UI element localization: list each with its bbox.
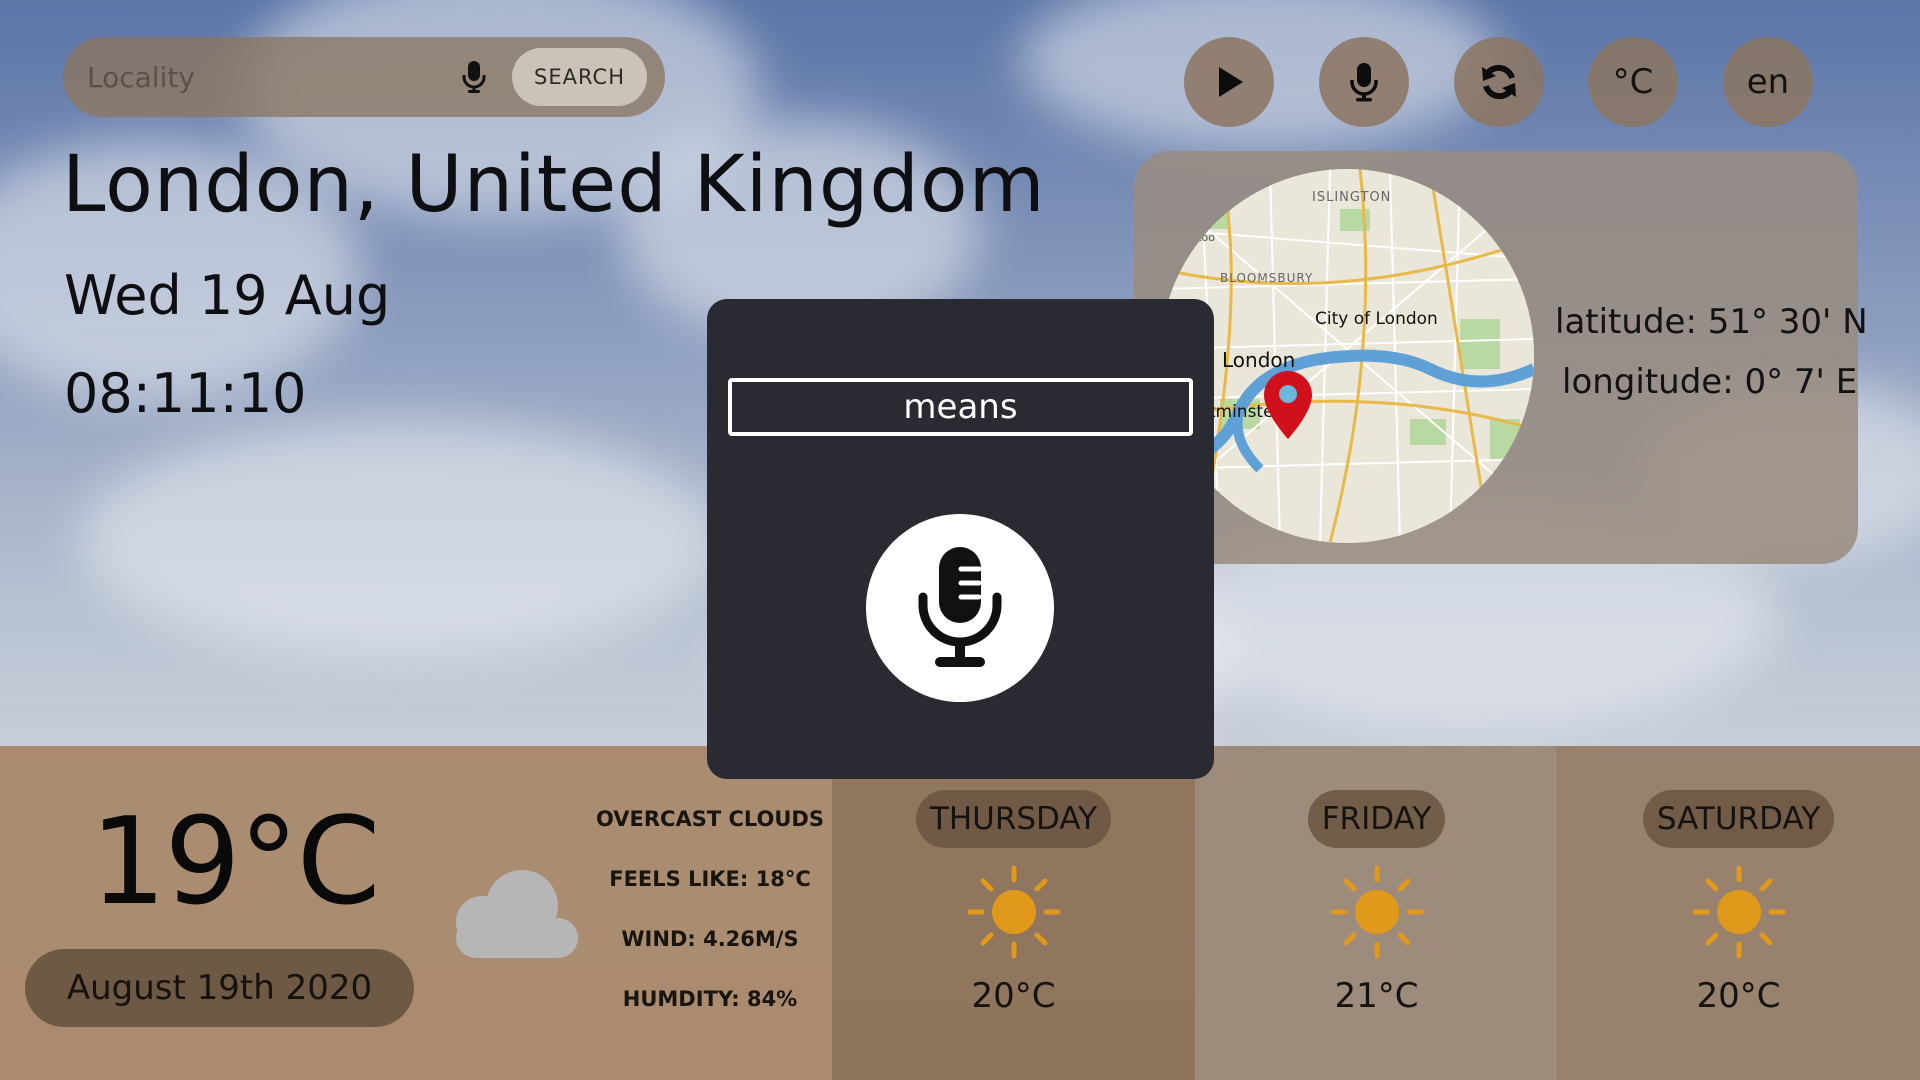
microphone-icon bbox=[918, 547, 1002, 667]
play-button[interactable] bbox=[1184, 37, 1274, 127]
search-bar: SEARCH bbox=[63, 37, 665, 117]
forecast-day-label: SATURDAY bbox=[1642, 790, 1835, 848]
forecast-temperature: 20°C bbox=[1696, 976, 1781, 1016]
voice-transcript-field[interactable]: means bbox=[728, 378, 1193, 436]
current-temperature: 19°C bbox=[90, 793, 380, 932]
cloud-icon bbox=[456, 870, 578, 958]
humidity: HUMDITY: 84% bbox=[622, 987, 798, 1011]
svg-text:City of London: City of London bbox=[1315, 309, 1438, 329]
forecast-day: SATURDAY 20°C bbox=[1557, 746, 1920, 1080]
feels-like: FEELS LIKE: 18°C bbox=[609, 867, 811, 891]
svg-text:ISLINGTON: ISLINGTON bbox=[1312, 190, 1391, 205]
sun-icon bbox=[1330, 865, 1423, 959]
refresh-icon bbox=[1482, 64, 1516, 100]
voice-input-modal: means bbox=[707, 299, 1214, 779]
weather-condition: OVERCAST CLOUDS bbox=[596, 807, 824, 831]
wind-speed: WIND: 4.26M/S bbox=[621, 927, 799, 951]
city-name: London, United Kingdom bbox=[62, 140, 1046, 230]
forecast-day: FRIDAY 21°C bbox=[1195, 746, 1558, 1080]
forecast-temperature: 20°C bbox=[971, 976, 1056, 1016]
voice-mic-button[interactable] bbox=[866, 514, 1054, 702]
longitude-label: longitude: 0° 7' E bbox=[1562, 362, 1858, 402]
latitude-label: latitude: 51° 30' N bbox=[1555, 302, 1868, 342]
forecast-day: THURSDAY 20°C bbox=[832, 746, 1195, 1080]
voice-button[interactable] bbox=[1319, 37, 1409, 127]
play-icon bbox=[1219, 67, 1243, 97]
microphone-icon bbox=[1350, 63, 1378, 102]
current-date-pill: August 19th 2020 bbox=[25, 949, 414, 1027]
location-map[interactable]: ISLINGTON BLOOMSBURY Zoo City of London … bbox=[1160, 169, 1534, 543]
forecast-day-label: FRIDAY bbox=[1307, 790, 1446, 848]
current-date: Wed 19 Aug bbox=[64, 264, 391, 327]
forecast-temperature: 21°C bbox=[1334, 976, 1419, 1016]
sun-icon bbox=[967, 865, 1060, 959]
language-button[interactable]: en bbox=[1723, 37, 1813, 127]
search-button[interactable]: SEARCH bbox=[512, 48, 647, 106]
svg-text:London: London bbox=[1222, 348, 1295, 372]
sun-icon bbox=[1692, 865, 1785, 959]
refresh-button[interactable] bbox=[1454, 37, 1544, 127]
forecast-day-label: THURSDAY bbox=[915, 790, 1112, 848]
svg-text:BLOOMSBURY: BLOOMSBURY bbox=[1220, 271, 1313, 285]
unit-toggle-button[interactable]: °C bbox=[1588, 37, 1678, 127]
search-input[interactable] bbox=[87, 60, 455, 94]
current-time: 08:11:10 bbox=[64, 362, 307, 425]
microphone-icon[interactable] bbox=[454, 57, 494, 97]
